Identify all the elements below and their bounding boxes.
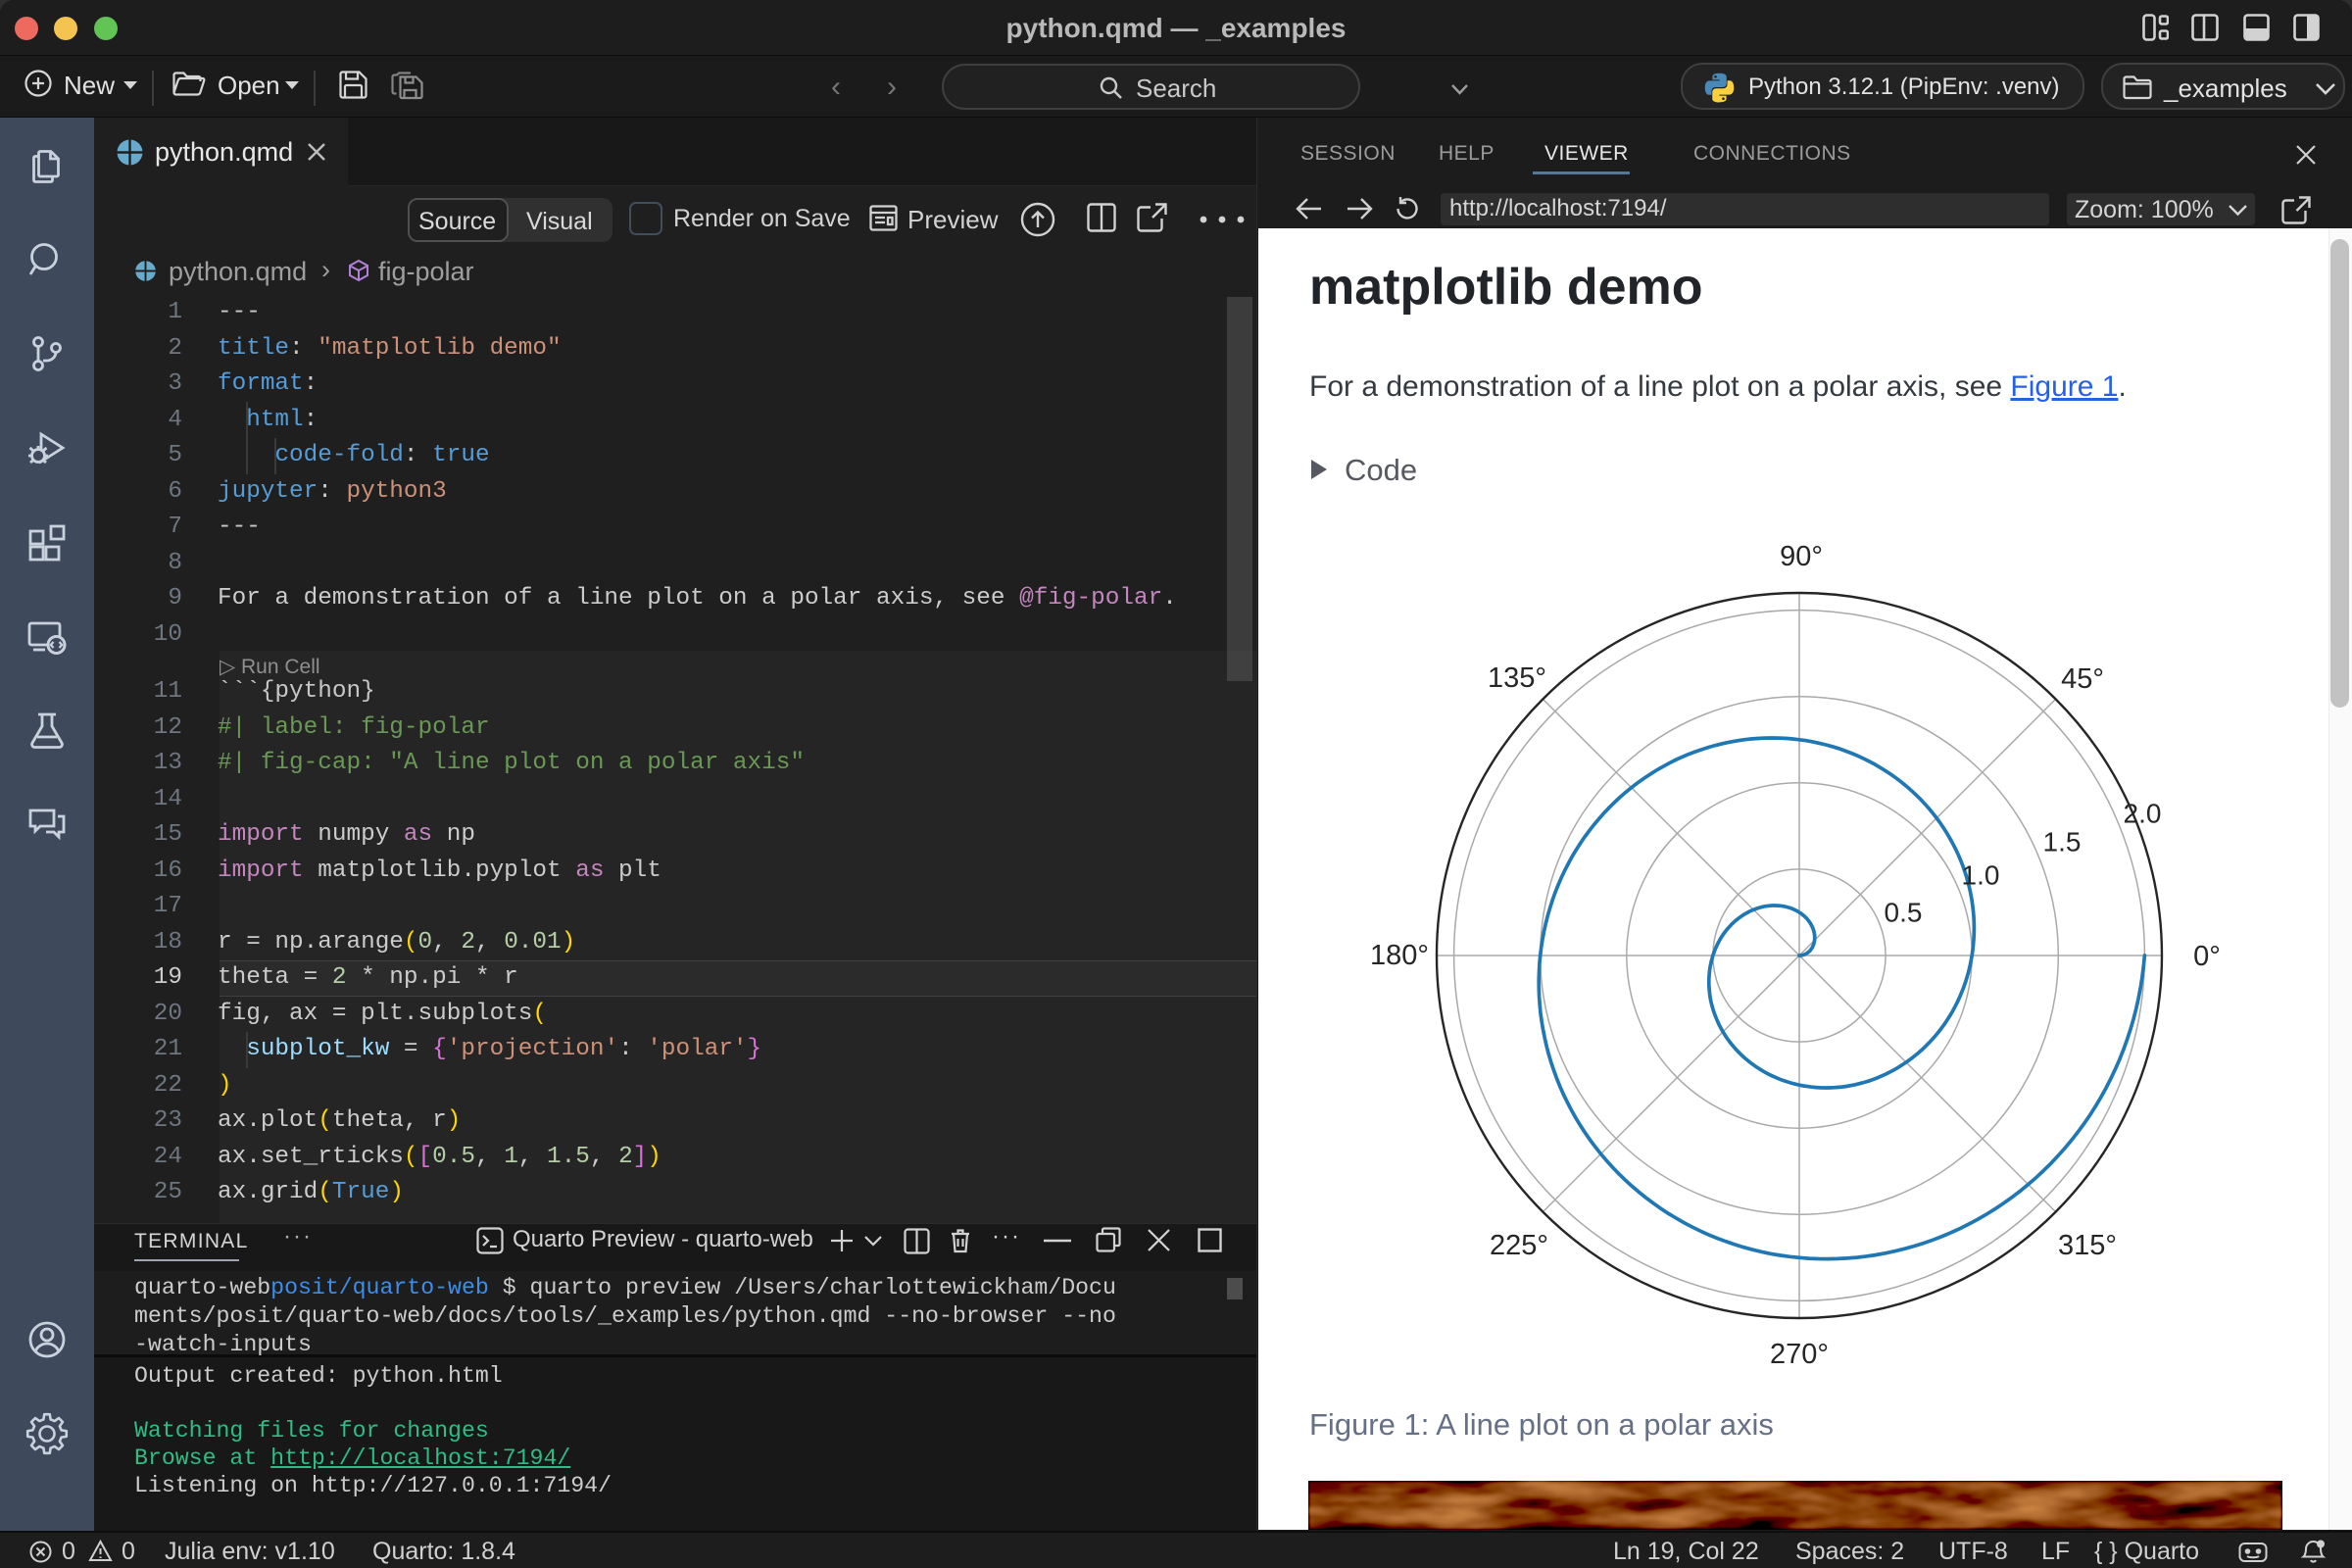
svg-text:315°: 315° [2058, 1230, 2117, 1261]
svg-text:90°: 90° [1780, 541, 1823, 572]
svg-text:270°: 270° [1770, 1339, 1829, 1370]
svg-text:0°: 0° [2193, 941, 2221, 972]
svg-text:225°: 225° [1490, 1230, 1548, 1261]
svg-text:1.5: 1.5 [2043, 827, 2082, 858]
svg-text:2.0: 2.0 [2124, 799, 2162, 829]
svg-text:0.5: 0.5 [1885, 898, 1923, 928]
svg-text:45°: 45° [2061, 663, 2104, 695]
svg-text:180°: 180° [1370, 940, 1429, 971]
svg-text:135°: 135° [1488, 662, 1546, 694]
svg-text:1.0: 1.0 [1962, 860, 2000, 891]
